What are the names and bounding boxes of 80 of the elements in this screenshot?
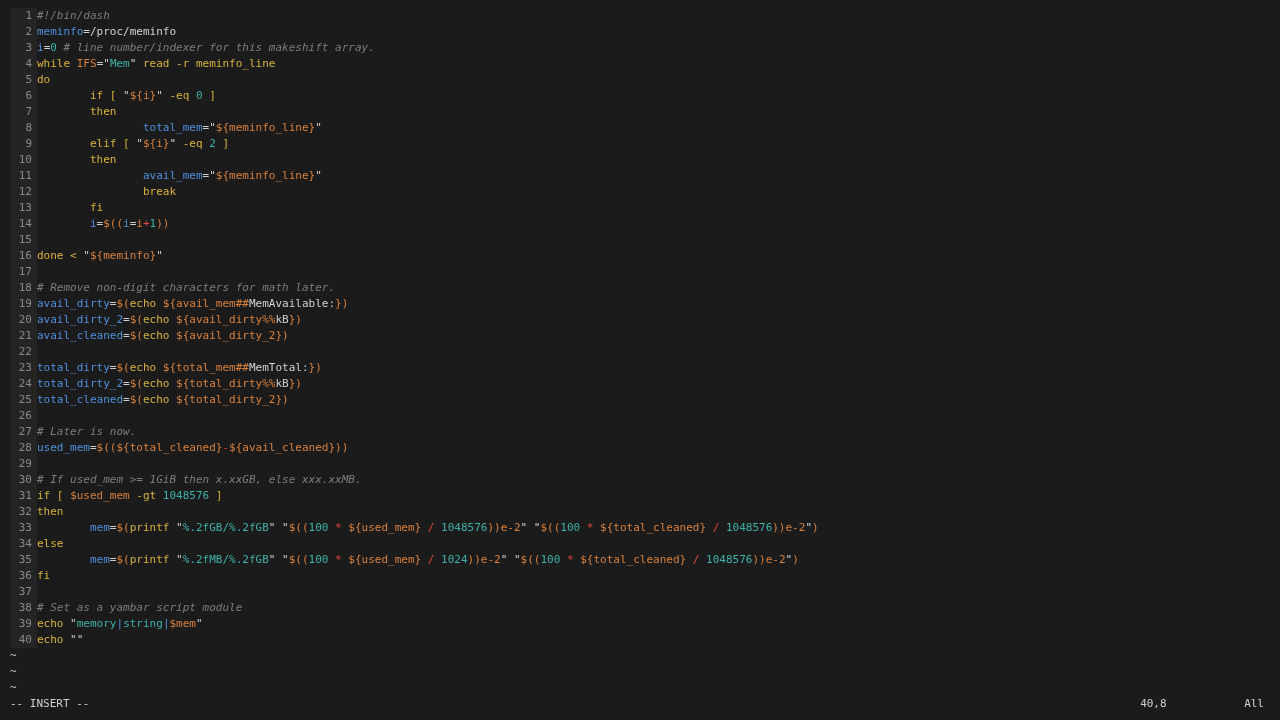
code-line: then [88, 104, 117, 120]
line-number: 22 [10, 344, 37, 360]
line-number: 39 [10, 616, 37, 632]
line-number: 30 [10, 472, 37, 488]
code-line: total_cleaned=$(echo ${total_dirty_2}) [37, 392, 289, 408]
code-line: do [37, 72, 51, 88]
code-line: mem=$(printf "%.2fGB/%.2fGB" "$((100 * ${used_mem} / 1048576))e-2" "$((100 * ${total_cleaned} / 1048576))e-2") [88, 520, 819, 536]
code-comment: # Set as a yambar script module [37, 600, 243, 616]
code-line: total_dirty_2=$(echo ${total_dirty%%kB}) [37, 376, 302, 392]
line-number: 21 [10, 328, 37, 344]
code-line: elif [ "${i}" -eq 2 ] [88, 136, 230, 152]
code-line: fi [88, 200, 104, 216]
line-number: 40 [10, 632, 37, 648]
line-number: 16 [10, 248, 37, 264]
code-line: mem=$(printf "%.2fMB/%.2fGB" "$((100 * ${used_mem} / 1024))e-2" "$((100 * ${total_cleaned} / 1048576))e-2") [88, 552, 799, 568]
code-comment: # Remove non-digit characters for math later. [37, 280, 335, 296]
line-number: 3 [10, 40, 37, 56]
code-line: i=0 # line number/indexer for this makeshift array. [37, 40, 375, 56]
line-number: 37 [10, 584, 37, 600]
line-number: 24 [10, 376, 37, 392]
line-number: 36 [10, 568, 37, 584]
line-number: 14 [10, 216, 37, 232]
code-line: avail_cleaned=$(echo ${avail_dirty_2}) [37, 328, 289, 344]
line-number: 5 [10, 72, 37, 88]
line-number: 7 [10, 104, 37, 120]
line-number: 2 [10, 24, 37, 40]
line-number: 35 [10, 552, 37, 568]
code-line: done < "${meminfo}" [37, 248, 163, 264]
line-number: 19 [10, 296, 37, 312]
code-comment: # Later is now. [37, 424, 137, 440]
empty-line-marker: ~ [10, 648, 17, 664]
mode-indicator: -- INSERT -- [10, 696, 90, 712]
code-line: else [37, 536, 64, 552]
code-line: total_dirty=$(echo ${total_mem##MemTotal:}) [37, 360, 322, 376]
code-comment: #!/bin/dash [37, 8, 110, 24]
code-line: avail_dirty=$(echo ${avail_mem##MemAvailable:}) [37, 296, 349, 312]
line-number: 27 [10, 424, 37, 440]
line-number: 38 [10, 600, 37, 616]
cursor-position: 40,8 [1140, 696, 1168, 712]
line-number: 8 [10, 120, 37, 136]
line-number: 31 [10, 488, 37, 504]
code-line: if [ "${i}" -eq 0 ] [88, 88, 216, 104]
code-line: fi [37, 568, 51, 584]
line-number: 29 [10, 456, 37, 472]
code-line: break [141, 184, 177, 200]
line-number: 12 [10, 184, 37, 200]
line-number: 25 [10, 392, 37, 408]
code-line: while IFS="Mem" read -r meminfo_line [37, 56, 276, 72]
code-line: avail_dirty_2=$(echo ${avail_dirty%%kB}) [37, 312, 302, 328]
code-line: total_mem="${meminfo_line}" [141, 120, 322, 136]
line-number: 15 [10, 232, 37, 248]
code-line: used_mem=$((${total_cleaned}-${avail_cleaned})) [37, 440, 349, 456]
line-number: 9 [10, 136, 37, 152]
line-number: 1 [10, 8, 37, 24]
code-line: avail_mem="${meminfo_line}" [141, 168, 322, 184]
empty-line-marker: ~ [10, 664, 17, 680]
line-number: 17 [10, 264, 37, 280]
code-line: if [ $used_mem -gt 1048576 ] [37, 488, 223, 504]
line-number: 33 [10, 520, 37, 536]
line-number: 6 [10, 88, 37, 104]
code-line: echo "" [37, 632, 84, 648]
line-number: 4 [10, 56, 37, 72]
code-line: then [37, 504, 64, 520]
line-number: 32 [10, 504, 37, 520]
code-line: then [88, 152, 117, 168]
line-number: 34 [10, 536, 37, 552]
code-line: meminfo=/proc/meminfo [37, 24, 177, 40]
line-number: 10 [10, 152, 37, 168]
line-number: 13 [10, 200, 37, 216]
scroll-position: All [1244, 696, 1264, 712]
line-number: 11 [10, 168, 37, 184]
line-number: 23 [10, 360, 37, 376]
line-number: 26 [10, 408, 37, 424]
line-number: 18 [10, 280, 37, 296]
line-number: 28 [10, 440, 37, 456]
empty-line-marker: ~ [10, 680, 17, 696]
line-number: 20 [10, 312, 37, 328]
code-line: i=$((i=i+1)) [88, 216, 170, 232]
code-line: echo "memory|string|$mem" [37, 616, 203, 632]
code-comment: # If used_mem >= 1GiB then x.xxGB, else xxx.xxMB. [37, 472, 362, 488]
